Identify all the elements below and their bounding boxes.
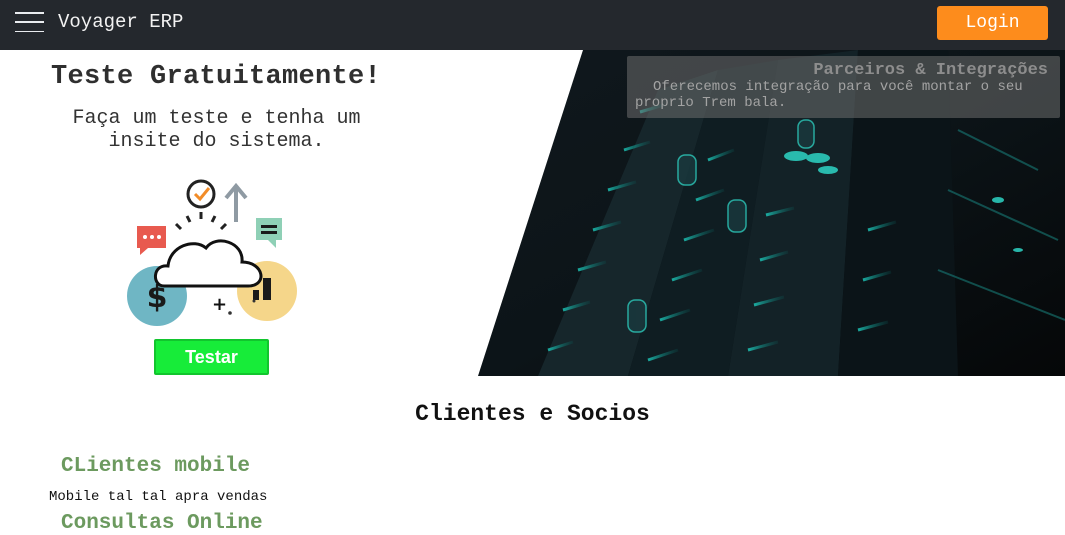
client-item-title: CLientes mobile [61,455,251,478]
trial-title: Teste Gratuitamente! [50,62,382,92]
partners-info-box: Parceiros & Integrações Oferecemos integ… [627,56,1060,118]
svg-text:+: + [212,294,227,315]
login-button[interactable]: Login [937,6,1048,40]
hamburger-menu-icon[interactable] [15,12,44,32]
trial-subtitle: Faça um teste e tenha um insite do siste… [72,107,361,153]
test-button[interactable]: Testar [154,339,269,375]
clients-section-title: Clientes e Socios [415,401,650,427]
sun-rays [174,212,228,231]
cloud-icon [154,239,263,288]
check-clock-icon [186,179,216,209]
cloud-services-illustration: $ + [127,179,297,326]
client-item-description: Mobile tal tal apra vendas [49,489,268,505]
partners-title: Parceiros & Integrações [813,61,1048,80]
arrow-up-icon [224,182,248,222]
client-item-title: Consultas Online [61,512,263,535]
chat-bubble-icon [137,226,166,255]
message-icon [256,218,282,248]
top-navbar: Voyager ERP Login [0,0,1065,50]
partners-text: Oferecemos integração para você montar o… [635,79,1023,111]
brand-name[interactable]: Voyager ERP [58,11,183,33]
